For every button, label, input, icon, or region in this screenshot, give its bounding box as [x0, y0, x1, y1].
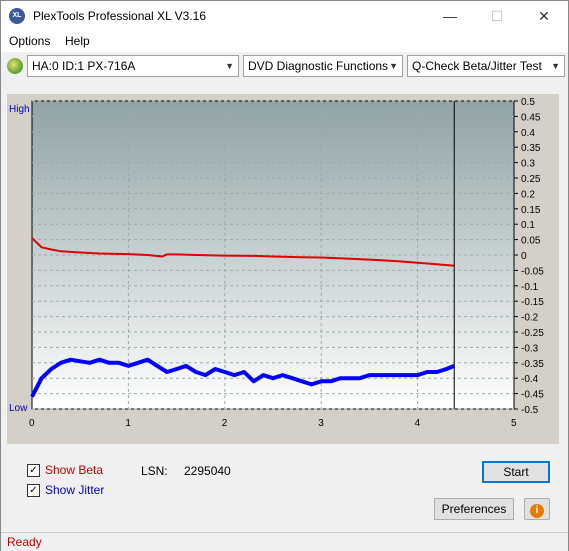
start-button[interactable]: Start	[482, 461, 550, 483]
lsn-label: LSN:	[141, 464, 168, 478]
y-tick-label: -0.45	[521, 390, 544, 401]
y-axis-low-label: Low	[9, 403, 28, 414]
y-tick-label: 0.5	[521, 97, 535, 108]
title-bar: XL PlexTools Professional XL V3.16 — ☐ ✕	[1, 1, 568, 31]
app-window: XL PlexTools Professional XL V3.16 — ☐ ✕…	[0, 0, 569, 551]
x-tick-label: 4	[415, 418, 421, 429]
drive-select[interactable]: HA:0 ID:1 PX-716A ▼	[27, 55, 239, 77]
y-tick-label: 0.3	[521, 159, 535, 170]
chart-panel: 0.5 0.45 0.4 0.35 0.3 0.25 0.2 0.15 0.1 0.05 0 -0.0…	[7, 94, 559, 444]
y-tick-label: -0.05	[521, 266, 544, 277]
y-tick-label: 0.2	[521, 189, 535, 200]
lsn-value: 2295040	[184, 464, 231, 478]
app-logo-icon: XL	[9, 8, 25, 24]
y-tick-label: 0.15	[521, 205, 541, 216]
y-tick-label: -0.1	[521, 282, 539, 293]
function-select[interactable]: DVD Diagnostic Functions ▼	[243, 55, 403, 77]
x-tick-label: 2	[222, 418, 228, 429]
drive-select-value: HA:0 ID:1 PX-716A	[32, 59, 136, 73]
maximize-button[interactable]: ☐	[474, 1, 520, 31]
y-tick-label: 0.1	[521, 220, 535, 231]
close-button[interactable]: ✕	[521, 1, 567, 31]
y-tick-label: -0.3	[521, 343, 539, 354]
info-icon: i	[530, 504, 544, 518]
y-tick-label: 0.25	[521, 174, 541, 185]
chevron-down-icon: ▼	[551, 61, 560, 71]
chevron-down-icon: ▼	[389, 61, 398, 71]
preferences-button[interactable]: Preferences	[434, 498, 514, 520]
drive-status-icon	[7, 58, 23, 74]
y-tick-label: -0.25	[521, 328, 544, 339]
y-axis-high-label: High	[9, 104, 30, 115]
status-bar: Ready	[1, 532, 568, 551]
y-tick-label: 0.05	[521, 236, 541, 247]
window-title: PlexTools Professional XL V3.16	[33, 9, 206, 23]
show-jitter-label: Show Jitter	[45, 483, 105, 497]
toolbar: HA:0 ID:1 PX-716A ▼ DVD Diagnostic Funct…	[1, 52, 568, 80]
y-tick-label: -0.35	[521, 359, 544, 370]
test-select[interactable]: Q-Check Beta/Jitter Test ▼	[407, 55, 565, 77]
y-tick-label: -0.5	[521, 405, 539, 416]
chevron-down-icon: ▼	[225, 61, 234, 71]
y-tick-label: 0.45	[521, 112, 541, 123]
show-beta-checkbox[interactable]: ✓	[27, 463, 40, 477]
menu-help[interactable]: Help	[65, 34, 90, 48]
y-tick-label: 0	[521, 251, 527, 262]
y-tick-label: 0.35	[521, 143, 541, 154]
show-beta-row[interactable]: ✓ Show Beta	[27, 463, 103, 477]
show-jitter-checkbox[interactable]: ✓	[27, 483, 40, 497]
x-tick-label: 0	[29, 418, 35, 429]
x-tick-label: 5	[511, 418, 517, 429]
function-select-value: DVD Diagnostic Functions	[248, 59, 389, 73]
info-button[interactable]: i	[524, 498, 550, 520]
test-select-value: Q-Check Beta/Jitter Test	[412, 59, 542, 73]
minimize-button[interactable]: —	[427, 1, 473, 31]
show-beta-label: Show Beta	[45, 463, 104, 477]
x-tick-label: 1	[125, 418, 131, 429]
y-tick-label: 0.4	[521, 128, 535, 139]
y-tick-label: -0.4	[521, 374, 539, 385]
menu-bar: Options Help	[1, 31, 568, 52]
y-tick-label: -0.15	[521, 297, 544, 308]
menu-options[interactable]: Options	[9, 34, 50, 48]
y-tick-label: -0.2	[521, 313, 539, 324]
show-jitter-row[interactable]: ✓ Show Jitter	[27, 483, 104, 497]
x-tick-label: 3	[318, 418, 324, 429]
control-panel: ✓ Show Beta ✓ Show Jitter LSN: 2295040 S…	[9, 453, 559, 525]
status-text: Ready	[7, 535, 42, 549]
beta-jitter-chart: 0.5 0.45 0.4 0.35 0.3 0.25 0.2 0.15 0.1 0.05 0 -0.0…	[9, 97, 544, 429]
